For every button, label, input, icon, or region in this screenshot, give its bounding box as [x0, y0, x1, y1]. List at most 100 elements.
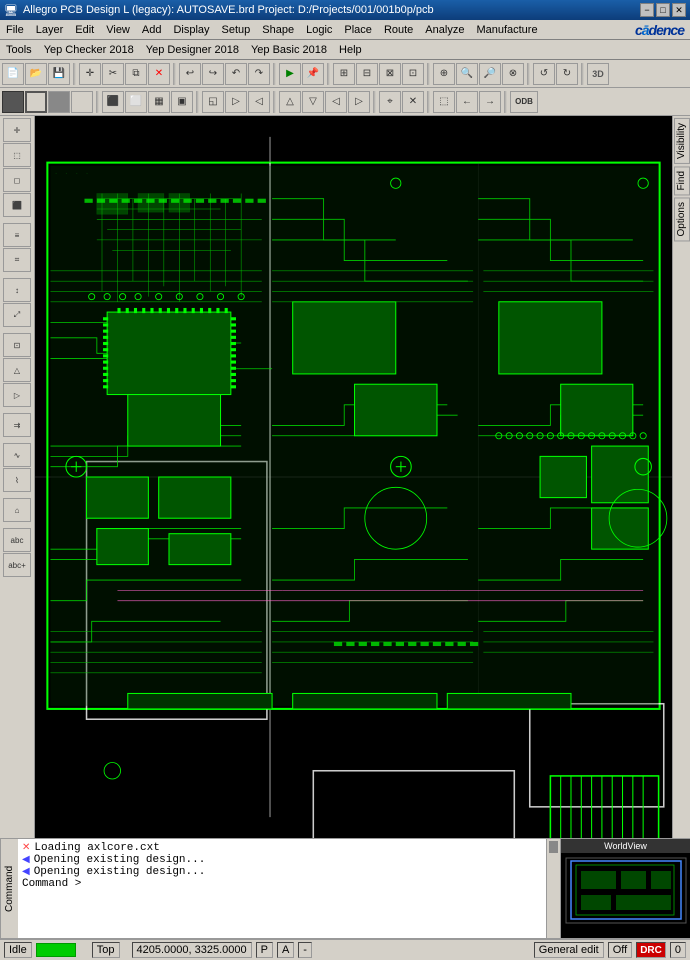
- left-btn-8[interactable]: ⤢: [3, 303, 31, 327]
- tb2-btn20[interactable]: →: [479, 91, 501, 113]
- tb2-btn14[interactable]: ◁: [325, 91, 347, 113]
- left-btn-11[interactable]: ▷: [3, 383, 31, 407]
- open-button[interactable]: 📂: [25, 63, 47, 85]
- left-btn-14[interactable]: ⌇: [3, 468, 31, 492]
- options-tab[interactable]: Options: [674, 197, 690, 241]
- tb2-btn17[interactable]: ✕: [402, 91, 424, 113]
- menu-shape[interactable]: Shape: [256, 20, 300, 39]
- tb2-odb-button[interactable]: ODB: [510, 91, 538, 113]
- menu-manufacture[interactable]: Manufacture: [470, 20, 543, 39]
- menu-analyze[interactable]: Analyze: [419, 20, 470, 39]
- copy-button[interactable]: ⧉: [125, 63, 147, 85]
- menu-layer[interactable]: Layer: [30, 20, 70, 39]
- left-btn-1[interactable]: ✛: [3, 118, 31, 142]
- maximize-button[interactable]: □: [656, 3, 670, 17]
- menu-edit[interactable]: Edit: [69, 20, 100, 39]
- left-btn-5[interactable]: ≡: [3, 223, 31, 247]
- minimize-button[interactable]: −: [640, 3, 654, 17]
- refresh-button[interactable]: ↺: [533, 63, 555, 85]
- tb2-btn2[interactable]: [25, 91, 47, 113]
- tb2-btn3[interactable]: [48, 91, 70, 113]
- menu-add[interactable]: Add: [136, 20, 168, 39]
- undo-button[interactable]: ↩: [179, 63, 201, 85]
- find-tab[interactable]: Find: [674, 166, 690, 195]
- refresh2-button[interactable]: ↻: [556, 63, 578, 85]
- tb2-btn9[interactable]: ◱: [202, 91, 224, 113]
- command-line-2: ◀ Opening existing design...: [22, 854, 542, 866]
- grid2-button[interactable]: ⊟: [356, 63, 378, 85]
- grid4-button[interactable]: ⊡: [402, 63, 424, 85]
- save-button[interactable]: 💾: [48, 63, 70, 85]
- toolbar-sep-7: [581, 63, 584, 85]
- cut-button[interactable]: ✂: [102, 63, 124, 85]
- tb2-btn18[interactable]: ⬚: [433, 91, 455, 113]
- canvas-area[interactable]: [35, 116, 672, 838]
- minimap-label: WorldView: [561, 839, 690, 853]
- grid3-button[interactable]: ⊠: [379, 63, 401, 85]
- left-btn-7[interactable]: ↕: [3, 278, 31, 302]
- tb2-btn12[interactable]: △: [279, 91, 301, 113]
- menu-yep-checker[interactable]: Yep Checker 2018: [38, 40, 140, 59]
- tb2-btn8[interactable]: ▣: [171, 91, 193, 113]
- left-btn-9[interactable]: ⊡: [3, 333, 31, 357]
- menu-route[interactable]: Route: [378, 20, 419, 39]
- left-btn-3[interactable]: ◻: [3, 168, 31, 192]
- zoom-in-button[interactable]: 🔍: [456, 63, 478, 85]
- run-button[interactable]: ▶: [279, 63, 301, 85]
- grid-button[interactable]: ⊞: [333, 63, 355, 85]
- menu-tools[interactable]: Tools: [0, 40, 38, 59]
- undo2-button[interactable]: ↶: [225, 63, 247, 85]
- close-button[interactable]: ✕: [672, 3, 686, 17]
- menu-view[interactable]: View: [100, 20, 136, 39]
- menu-display[interactable]: Display: [167, 20, 215, 39]
- menu-yep-basic[interactable]: Yep Basic 2018: [245, 40, 333, 59]
- command-scrollbar[interactable]: [546, 839, 560, 938]
- minimap-area: WorldView: [560, 839, 690, 938]
- menu-yep-designer[interactable]: Yep Designer 2018: [140, 40, 245, 59]
- redo2-button[interactable]: ↷: [248, 63, 270, 85]
- left-btn-15[interactable]: ⌂: [3, 498, 31, 522]
- tb2-btn1[interactable]: [2, 91, 24, 113]
- tb2-btn10[interactable]: ▷: [225, 91, 247, 113]
- menu-place[interactable]: Place: [338, 20, 378, 39]
- tb2-btn19[interactable]: ←: [456, 91, 478, 113]
- left-btn-12[interactable]: ⇉: [3, 413, 31, 437]
- tb2-btn4[interactable]: [71, 91, 93, 113]
- menu-help[interactable]: Help: [333, 40, 368, 59]
- command-area: Command ✕ Loading axlcore.cxt ◀ Opening …: [0, 838, 690, 938]
- visibility-tab[interactable]: Visibility: [674, 118, 690, 164]
- toolbar-sep-4: [327, 63, 330, 85]
- tb2-btn5[interactable]: ⬛: [102, 91, 124, 113]
- zoom-out-button[interactable]: 🔎: [479, 63, 501, 85]
- zoom-fit-button[interactable]: ⊕: [433, 63, 455, 85]
- left-btn-2[interactable]: ⬚: [3, 143, 31, 167]
- 3d-button[interactable]: 3D: [587, 63, 609, 85]
- command-line-1: ✕ Loading axlcore.cxt: [22, 842, 542, 854]
- tb2-btn16[interactable]: ⌖: [379, 91, 401, 113]
- status-indicator: [36, 943, 76, 957]
- command-label: Command: [0, 839, 18, 938]
- status-idle: Idle: [4, 942, 32, 958]
- left-btn-6[interactable]: ⌗: [3, 248, 31, 272]
- tb2-btn11[interactable]: ◁: [248, 91, 270, 113]
- menu-setup[interactable]: Setup: [216, 20, 257, 39]
- tb2-btn7[interactable]: ▦: [148, 91, 170, 113]
- left-btn-abc[interactable]: abc: [3, 528, 31, 552]
- tb2-btn15[interactable]: ▷: [348, 91, 370, 113]
- toolbar-2: ⬛ ⬜ ▦ ▣ ◱ ▷ ◁ △ ▽ ◁ ▷ ⌖ ✕ ⬚ ← → ODB: [0, 88, 690, 116]
- zoom-sel-button[interactable]: ⊗: [502, 63, 524, 85]
- left-btn-4[interactable]: ⬛: [3, 193, 31, 217]
- menu-logic[interactable]: Logic: [300, 20, 338, 39]
- tb2-btn6[interactable]: ⬜: [125, 91, 147, 113]
- left-btn-10[interactable]: △: [3, 358, 31, 382]
- select-button[interactable]: ✛: [79, 63, 101, 85]
- left-btn-13[interactable]: ∿: [3, 443, 31, 467]
- pin-button[interactable]: 📌: [302, 63, 324, 85]
- menu-file[interactable]: File: [0, 20, 30, 39]
- delete-button[interactable]: ✕: [148, 63, 170, 85]
- redo-button[interactable]: ↪: [202, 63, 224, 85]
- left-btn-abc2[interactable]: abc+: [3, 553, 31, 577]
- tb2-btn13[interactable]: ▽: [302, 91, 324, 113]
- command-text[interactable]: ✕ Loading axlcore.cxt ◀ Opening existing…: [18, 839, 546, 938]
- new-button[interactable]: 📄: [2, 63, 24, 85]
